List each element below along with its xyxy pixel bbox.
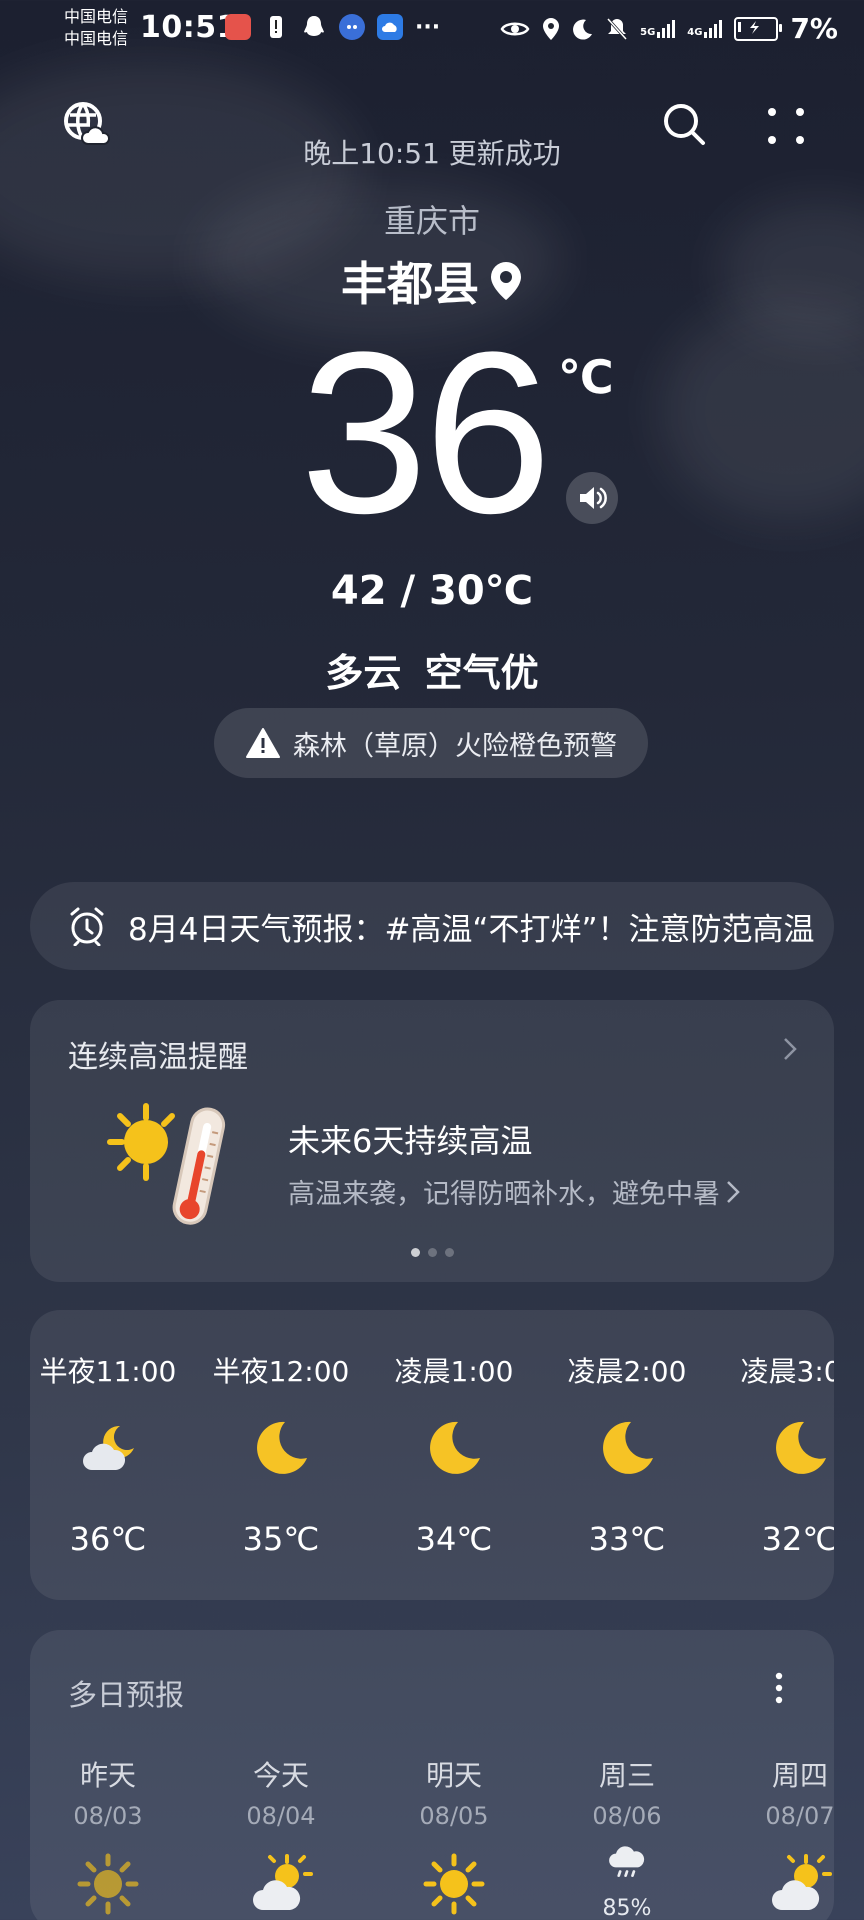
- battery-percent: 7%: [790, 12, 838, 45]
- update-status: 晚上10:51 更新成功: [303, 137, 561, 170]
- day-name: 周三: [598, 1759, 655, 1792]
- sun-thermometer-icon: [107, 1103, 226, 1225]
- temperature-range: 42 / 30℃: [330, 568, 534, 614]
- heat-card-title: 连续高温提醒: [68, 1040, 248, 1075]
- daily-forecast-title: 多日预报: [68, 1678, 185, 1712]
- night-cloudy-icon: [83, 1425, 134, 1470]
- day-date: 08/04: [246, 1802, 316, 1830]
- day-date: 08/03: [73, 1802, 143, 1830]
- news-headline: 8月4日天气预报：#高温“不打烊”！注意防范高温: [128, 911, 815, 948]
- hour-temperature: 33℃: [588, 1520, 666, 1558]
- partly-cloudy-icon: [772, 1854, 832, 1910]
- partly-cloudy-icon: [253, 1854, 313, 1910]
- day-date: 08/07: [765, 1802, 834, 1830]
- hour-temperature: 35℃: [242, 1520, 320, 1558]
- heat-subtitle: 高温来袭，记得防晒补水，避免中暑: [288, 1179, 720, 1210]
- moon-icon: [257, 1421, 307, 1474]
- hour-time: 凌晨3:00: [740, 1355, 834, 1388]
- do-not-disturb-icon: [573, 19, 593, 40]
- network-type-2: 4G: [687, 26, 703, 38]
- carousel-dot: [410, 1248, 420, 1257]
- status-time: 10:51: [140, 10, 238, 45]
- cloud-app-icon: [377, 14, 403, 40]
- day-name: 今天: [252, 1759, 309, 1792]
- chevron-right-small-icon: [727, 1180, 740, 1203]
- sun-icon: [423, 1853, 485, 1915]
- warning-text: 森林（草原）火险橙色预警: [293, 730, 617, 762]
- weather-warning-pill[interactable]: 森林（草原）火险橙色预警: [214, 708, 648, 778]
- carrier-labels: 中国电信 中国电信: [64, 6, 128, 50]
- carousel-dot: [427, 1248, 437, 1257]
- hour-time: 半夜12:00: [212, 1355, 350, 1388]
- day-date: 08/05: [419, 1802, 489, 1830]
- carousel-dot: [444, 1248, 454, 1257]
- battery-icon: [734, 16, 783, 41]
- moon-icon: [603, 1421, 653, 1474]
- hour-temperature: 32℃: [761, 1520, 834, 1558]
- city-name: 重庆市: [383, 202, 480, 240]
- notification-icons: ···: [225, 14, 440, 40]
- news-ticker-card[interactable]: 8月4日天气预报：#高温“不打烊”！注意防范高温: [30, 882, 834, 970]
- moon-icon: [776, 1421, 826, 1474]
- qq-icon: [301, 14, 327, 40]
- heat-headline: 未来6天持续高温: [288, 1122, 533, 1160]
- network-type-1: 5G: [640, 26, 656, 38]
- voice-broadcast-button[interactable]: [566, 472, 618, 524]
- heat-reminder-card[interactable]: 连续高温提醒 未来6天持续高温 高温来袭，记得防晒补水，避免中暑: [30, 1000, 834, 1282]
- speaker-icon: [580, 487, 607, 509]
- sun-icon: [77, 1853, 139, 1915]
- signal-1-icon: 5G: [640, 19, 676, 38]
- alert-icon: [263, 14, 289, 40]
- bot-icon: [339, 14, 365, 40]
- moon-icon: [430, 1421, 480, 1474]
- warning-triangle-icon: [246, 728, 280, 758]
- day-name: 周四: [771, 1759, 828, 1792]
- current-temperature: 36: [300, 304, 552, 561]
- carrier-1: 中国电信: [64, 7, 129, 26]
- status-bar: 中国电信 中国电信 10:51 ··· 5G 4G 7%: [0, 0, 864, 62]
- status-indicators: 5G 4G 7%: [500, 12, 838, 45]
- day-name: 昨天: [79, 1759, 136, 1792]
- day-name: 明天: [425, 1759, 482, 1792]
- hour-temperature: 34℃: [415, 1520, 493, 1558]
- hour-time: 凌晨1:00: [394, 1355, 514, 1388]
- weather-condition: 多云 空气优: [325, 651, 539, 695]
- hour-time: 凌晨2:00: [567, 1355, 687, 1388]
- day-date: 08/06: [592, 1802, 662, 1830]
- daily-forecast-card[interactable]: 多日预报 昨天 08/03 今天 08/04 明天 08/05 周三 08/06: [30, 1630, 834, 1920]
- eye-icon: [500, 22, 530, 35]
- carrier-2: 中国电信: [64, 29, 129, 48]
- day-precipitation: 85%: [602, 1896, 652, 1920]
- alarm-clock-icon: [70, 907, 104, 946]
- more-notifications-icon: ···: [415, 14, 441, 40]
- mute-bell-icon: [606, 17, 628, 40]
- location-icon: [543, 17, 560, 40]
- carousel-indicator: [30, 1248, 834, 1257]
- rain-icon: [609, 1846, 645, 1877]
- location-pin-icon: [491, 262, 521, 300]
- signal-2-icon: 4G: [687, 19, 723, 38]
- heat-subtitle-row[interactable]: 高温来袭，记得防晒补水，避免中暑: [288, 1172, 740, 1211]
- vertical-more-icon[interactable]: [774, 1670, 784, 1706]
- app-notification-icon: [225, 14, 251, 40]
- temperature-unit: ℃: [558, 350, 614, 404]
- hour-temperature: 36℃: [69, 1520, 147, 1558]
- hourly-forecast-card[interactable]: 半夜11:00 36℃ 半夜12:00 35℃ 凌晨1:00 34℃ 凌晨2:0…: [30, 1310, 834, 1600]
- chevron-right-icon[interactable]: [782, 1036, 798, 1062]
- hour-time: 半夜11:00: [39, 1355, 177, 1388]
